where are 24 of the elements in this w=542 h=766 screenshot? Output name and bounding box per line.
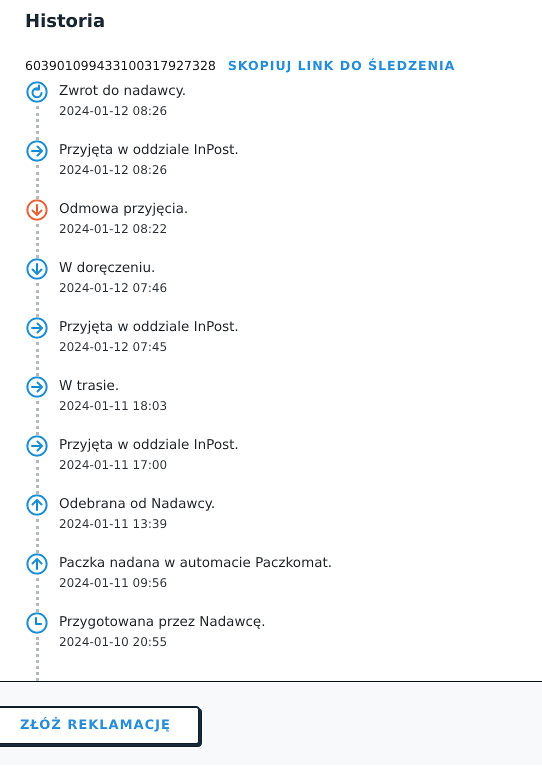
event-status: Przyjęta w oddziale InPost. [59,436,239,454]
event-time: 2024-01-12 08:22 [59,221,168,237]
event-time: 2024-01-11 09:56 [59,575,168,591]
event-time: 2024-01-11 18:03 [59,398,168,414]
event-status: Zwrot do nadawcy. [59,82,186,100]
event-time: 2024-01-12 07:46 [59,280,168,296]
event-status: Przygotowana przez Nadawcę. [59,613,266,631]
event-status: Przyjęta w oddziale InPost. [59,318,239,336]
event-time: 2024-01-11 17:00 [59,457,168,473]
event-status: Paczka nadana w automacie Paczkomat. [59,554,332,572]
event-status: Odmowa przyjęcia. [59,200,188,218]
tracking-number: 603901099433100317927328 [25,58,216,72]
event-status: Odebrana od Nadawcy. [59,495,216,513]
section-title: Historia [25,10,106,34]
complaint-button[interactable]: ZŁÓŻ REKLAMACJĘ [0,706,200,745]
event-status: W trasie. [59,377,120,395]
event-time: 2024-01-11 13:39 [59,516,168,532]
copy-link[interactable]: SKOPIUJ LINK DO ŚLEDZENIA [228,58,456,72]
event-time: 2024-01-12 08:26 [59,162,168,178]
event-time: 2024-01-10 20:55 [59,634,168,650]
event-status: W doręczeniu. [59,259,156,277]
event-status: Przyjęta w oddziale InPost. [59,141,239,159]
event-time: 2024-01-12 08:26 [59,103,168,119]
event-time: 2024-01-12 07:45 [59,339,168,355]
